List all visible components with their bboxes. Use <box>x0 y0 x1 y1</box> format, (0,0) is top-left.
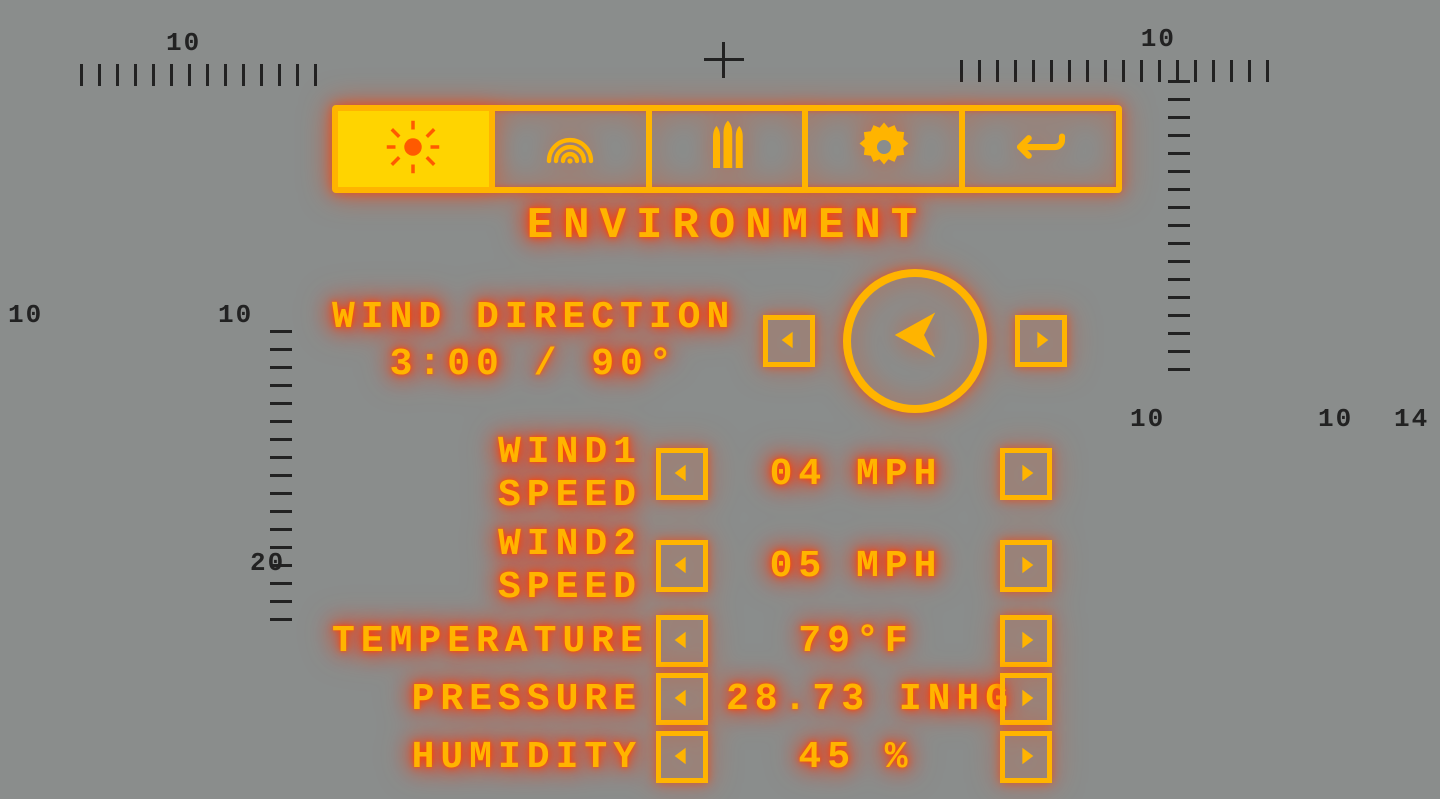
reticle-label-10: 10 <box>166 28 201 58</box>
reticle-label-14: 14 <box>1394 404 1429 434</box>
environment-hud: ENVIRONMENT WIND DIRECTION 3:00 / 90° <box>332 105 1122 789</box>
bullets-icon <box>699 119 755 180</box>
back-icon <box>1013 119 1069 180</box>
tab-bar <box>332 105 1122 193</box>
row-temperature: TEMPERATURE 79°F <box>332 615 1122 667</box>
arrow-right-icon <box>1015 453 1037 496</box>
temperature-increment[interactable] <box>1000 615 1052 667</box>
arrow-left-icon <box>671 453 693 496</box>
compass-arrow-icon <box>879 299 951 383</box>
arrow-left-icon <box>671 678 693 721</box>
tab-settings[interactable] <box>808 111 965 187</box>
radar-icon <box>542 119 598 180</box>
wind1-speed-value: 04 MPH <box>726 453 986 496</box>
row-pressure: PRESSURE 28.73 INHG <box>332 673 1122 725</box>
wind-direction-row: WIND DIRECTION 3:00 / 90° <box>332 269 1122 413</box>
pressure-decrement[interactable] <box>656 673 708 725</box>
wind-compass[interactable] <box>843 269 987 413</box>
arrow-left-icon <box>671 736 693 779</box>
arrow-left-icon <box>671 620 693 663</box>
pressure-label: PRESSURE <box>332 678 642 721</box>
reticle-label-20: 20 <box>250 548 285 578</box>
arrow-right-icon <box>1015 678 1037 721</box>
wind1-speed-label: WIND1 SPEED <box>332 431 642 517</box>
arrow-right-icon <box>1015 736 1037 779</box>
arrow-left-icon <box>671 545 693 588</box>
tab-back[interactable] <box>965 111 1116 187</box>
wind-direction-value: 3:00 / 90° <box>332 341 735 389</box>
temperature-label: TEMPERATURE <box>332 620 642 663</box>
arrow-right-icon <box>1015 620 1037 663</box>
tab-environment[interactable] <box>338 111 495 187</box>
wind-direction-label: WIND DIRECTION <box>332 294 735 342</box>
arrow-left-icon <box>778 320 800 363</box>
arrow-right-icon <box>1015 545 1037 588</box>
wind-direction-decrement[interactable] <box>763 315 815 367</box>
pressure-value: 28.73 INHG <box>726 678 986 721</box>
reticle-label-10: 10 <box>1141 24 1176 54</box>
wind1-speed-increment[interactable] <box>1000 448 1052 500</box>
tab-ammo[interactable] <box>652 111 809 187</box>
wind2-speed-label: WIND2 SPEED <box>332 523 642 609</box>
environment-rows: WIND1 SPEED 04 MPH WIND2 SPEED 05 MPH TE… <box>332 431 1122 783</box>
wind-direction-increment[interactable] <box>1015 315 1067 367</box>
reticle-label-10: 10 <box>1130 404 1165 434</box>
humidity-value: 45 % <box>726 736 986 779</box>
row-wind1-speed: WIND1 SPEED 04 MPH <box>332 431 1122 517</box>
humidity-decrement[interactable] <box>656 731 708 783</box>
pressure-increment[interactable] <box>1000 673 1052 725</box>
tab-targeting[interactable] <box>495 111 652 187</box>
row-humidity: HUMIDITY 45 % <box>332 731 1122 783</box>
page-title: ENVIRONMENT <box>332 201 1122 251</box>
wind2-speed-increment[interactable] <box>1000 540 1052 592</box>
temperature-decrement[interactable] <box>656 615 708 667</box>
reticle-label-10: 10 <box>218 300 253 330</box>
humidity-increment[interactable] <box>1000 731 1052 783</box>
wind2-speed-value: 05 MPH <box>726 545 986 588</box>
reticle-label-10: 10 <box>8 300 43 330</box>
wind2-speed-decrement[interactable] <box>656 540 708 592</box>
humidity-label: HUMIDITY <box>332 736 642 779</box>
wind1-speed-decrement[interactable] <box>656 448 708 500</box>
row-wind2-speed: WIND2 SPEED 05 MPH <box>332 523 1122 609</box>
arrow-right-icon <box>1030 320 1052 363</box>
sun-icon <box>385 119 441 180</box>
gear-icon <box>856 119 912 180</box>
reticle-label-10: 10 <box>1318 404 1353 434</box>
temperature-value: 79°F <box>726 620 986 663</box>
